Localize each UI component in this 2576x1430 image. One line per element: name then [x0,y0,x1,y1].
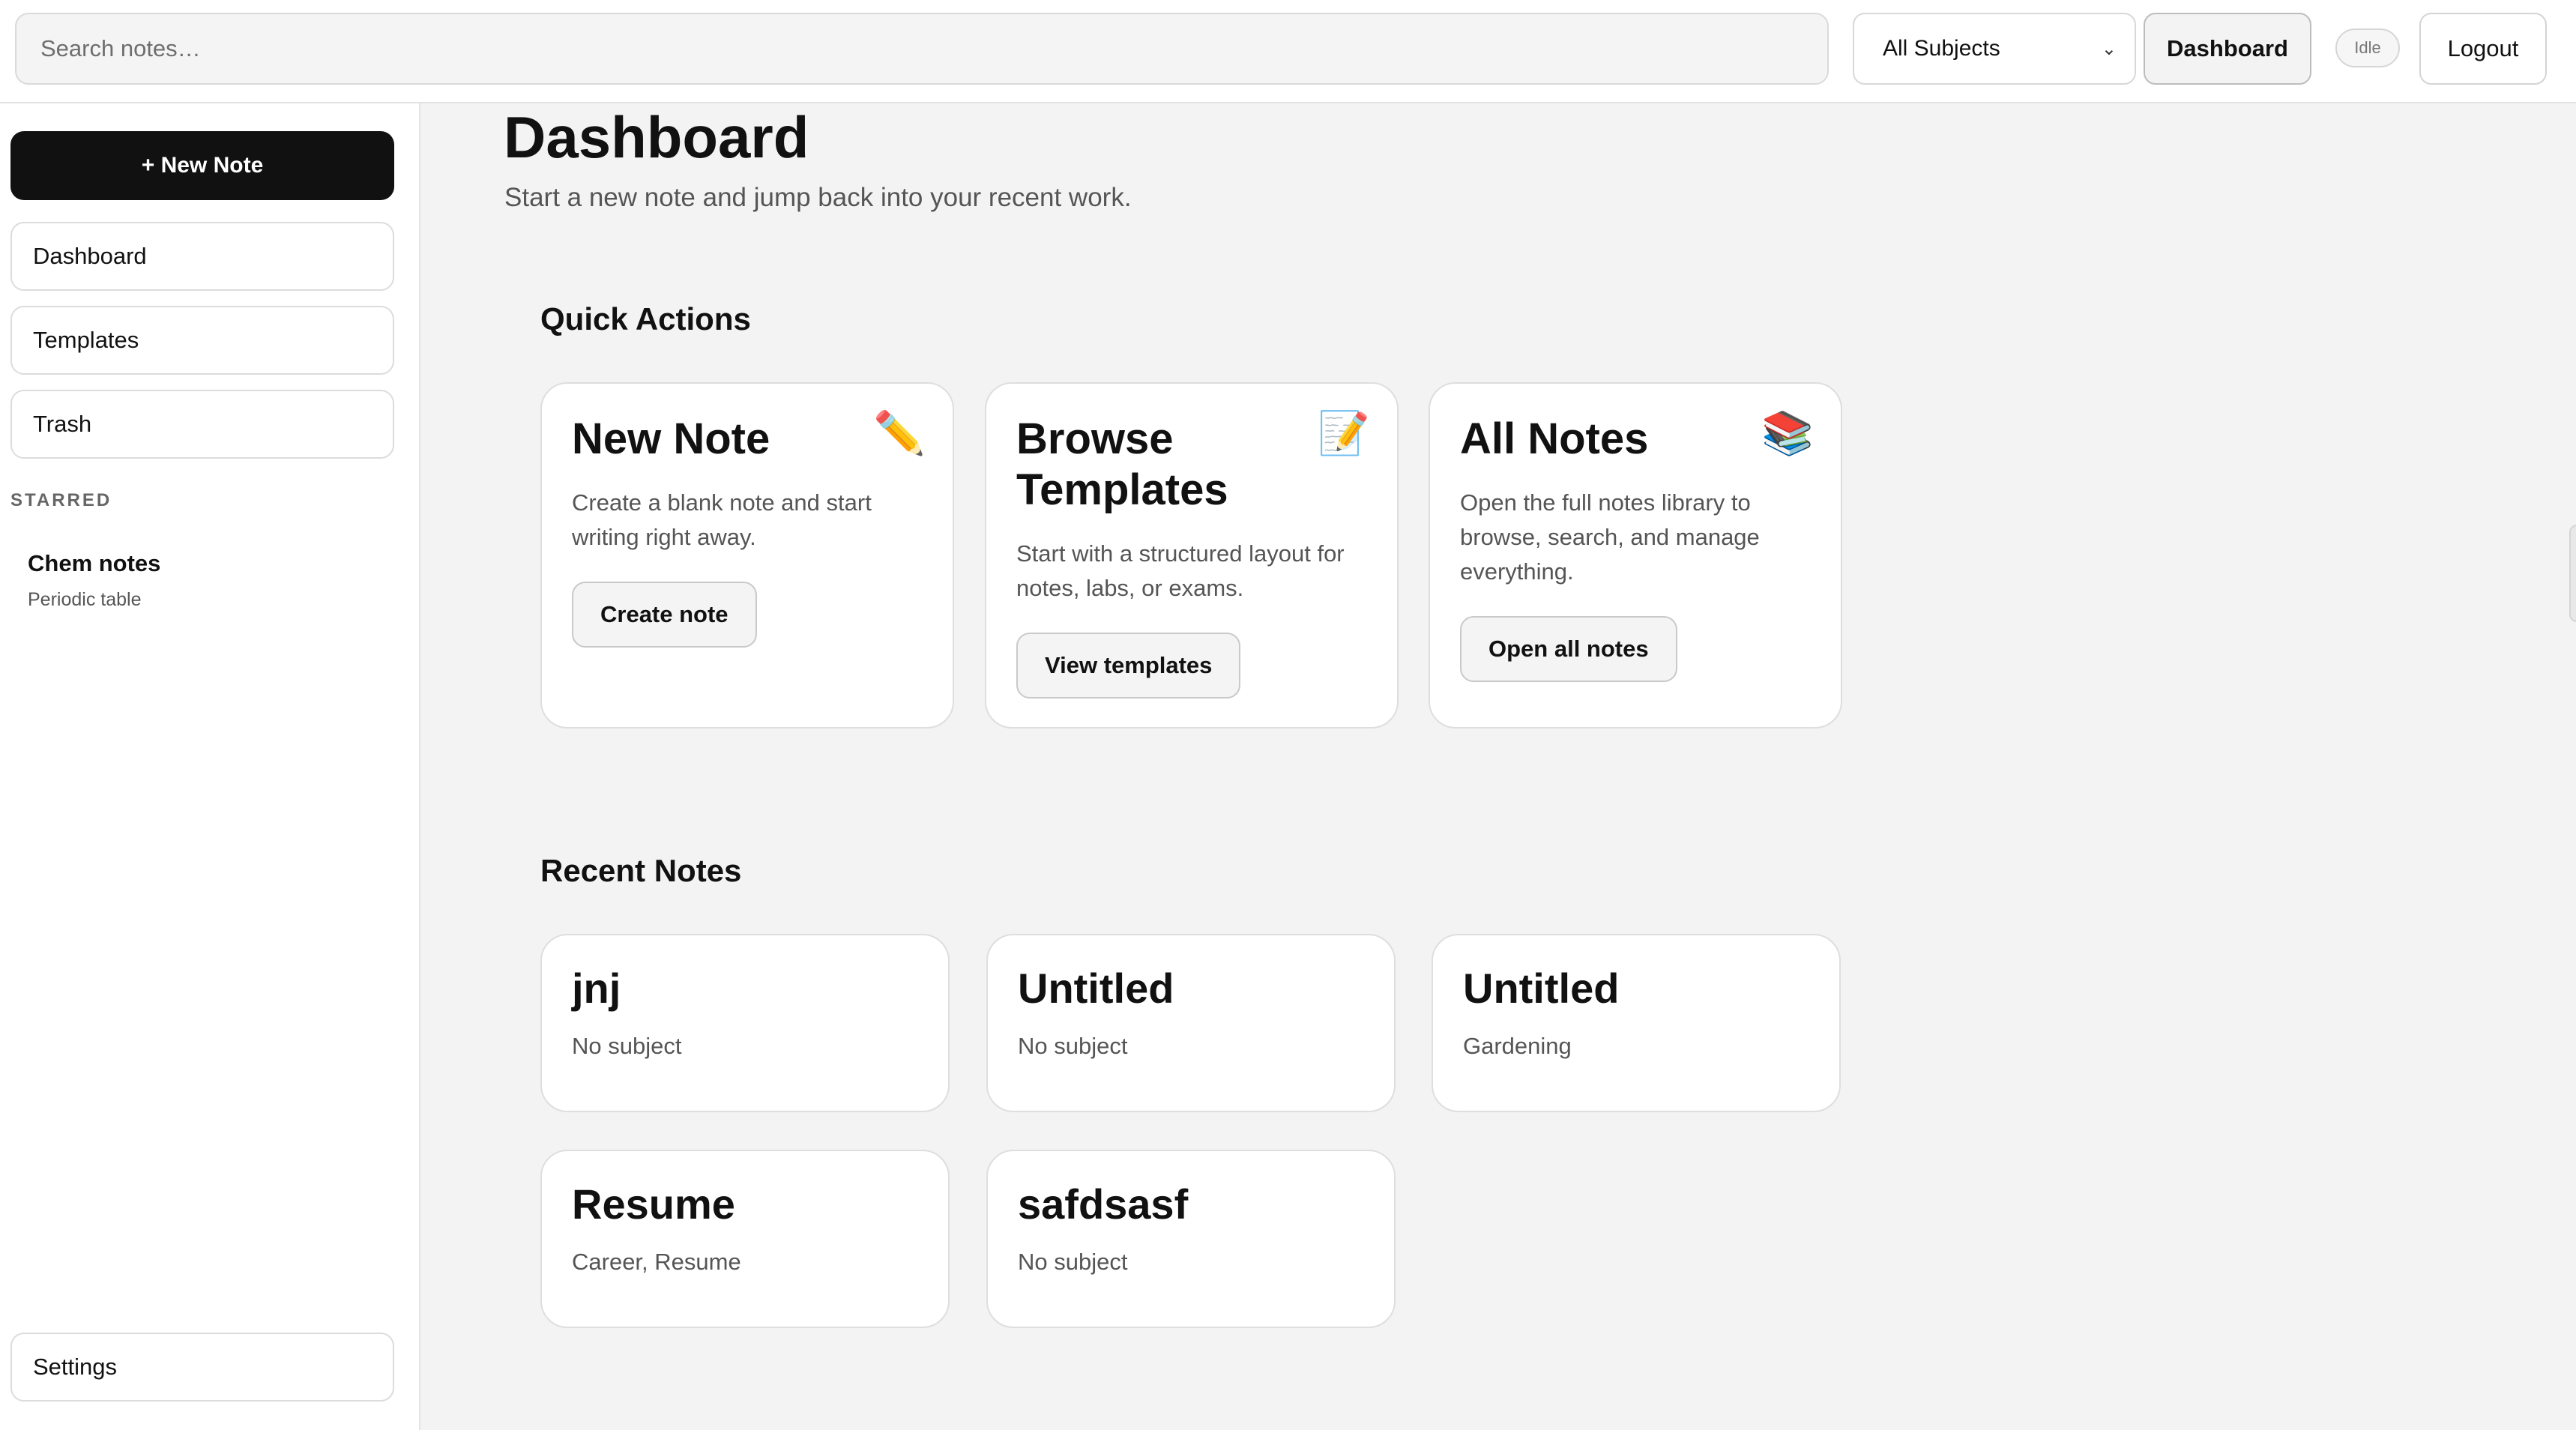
starred-note-subtitle: Periodic table [28,589,142,610]
pencil-icon: ✏️ [873,409,926,456]
panel-edge-handle[interactable] [2569,525,2576,622]
note-title: jnj [572,965,621,1012]
note-title: Resume [572,1180,735,1228]
page-subtitle: Start a new note and jump back into your… [504,183,1132,212]
recent-notes-heading: Recent Notes [540,853,742,888]
quick-action-description: Open the full notes library to browse, s… [1460,489,1760,585]
quick-action-title: All Notes [1460,414,1649,463]
logout-button[interactable]: Logout [2419,13,2547,85]
recent-note-card[interactable]: Untitled No subject [986,934,1396,1112]
note-title: Untitled [1018,965,1174,1012]
recent-note-card[interactable]: Resume Career, Resume [540,1150,950,1328]
quick-action-title: Browse Templates [1016,414,1228,514]
quick-action-description: Create a blank note and start writing ri… [572,489,872,550]
sidebar-item-label: Dashboard [33,243,147,269]
starred-heading: STARRED [10,490,112,510]
quick-actions-heading: Quick Actions [540,301,751,337]
sidebar-item-settings[interactable]: Settings [10,1333,394,1402]
sidebar-item-label: Settings [33,1354,118,1380]
sidebar-item-dashboard[interactable]: Dashboard [10,222,394,291]
starred-note-item[interactable]: Chem notes Periodic table [28,550,160,611]
memo-icon: 📝 [1318,409,1370,456]
view-templates-button[interactable]: View templates [1016,633,1241,699]
note-subject: Career, Resume [572,1249,741,1275]
quick-action-title: New Note [572,414,770,463]
sidebar: + New Note Dashboard Templates Trash STA… [0,103,420,1430]
note-subject: Gardening [1463,1033,1572,1059]
open-all-notes-button[interactable]: Open all notes [1460,616,1677,682]
chevron-down-icon: ⌄ [2101,38,2117,59]
quick-action-card-all-notes: All Notes 📚 Open the full notes library … [1429,382,1842,728]
note-title: safdsasf [1018,1180,1189,1228]
sidebar-item-trash[interactable]: Trash [10,390,394,459]
subject-filter-select[interactable]: All Subjects ⌄ [1853,13,2136,85]
sidebar-item-label: Templates [33,327,139,353]
dashboard-button[interactable]: Dashboard [2144,13,2311,85]
status-badge: Idle [2335,28,2400,67]
search-input[interactable] [15,13,1829,85]
sidebar-item-templates[interactable]: Templates [10,306,394,375]
new-note-button[interactable]: + New Note [10,131,394,200]
quick-action-card-templates: Browse Templates 📝 Start with a structur… [985,382,1399,728]
note-subject: No subject [1018,1033,1128,1059]
recent-note-card[interactable]: safdsasf No subject [986,1150,1396,1328]
quick-action-description: Start with a structured layout for notes… [1016,540,1345,601]
page-title: Dashboard [504,104,809,170]
top-bar: All Subjects ⌄ Dashboard Idle Logout [0,0,2576,103]
subject-filter-value: All Subjects [1883,36,2000,61]
recent-note-card[interactable]: Untitled Gardening [1432,934,1841,1112]
quick-action-card-new-note: New Note ✏️ Create a blank note and star… [540,382,954,728]
create-note-button[interactable]: Create note [572,582,757,648]
note-subject: No subject [572,1033,682,1059]
starred-note-title: Chem notes [28,550,161,576]
note-title: Untitled [1463,965,1620,1012]
note-subject: No subject [1018,1249,1128,1275]
sidebar-item-label: Trash [33,411,92,437]
recent-note-card[interactable]: jnj No subject [540,934,950,1112]
books-icon: 📚 [1761,409,1814,456]
